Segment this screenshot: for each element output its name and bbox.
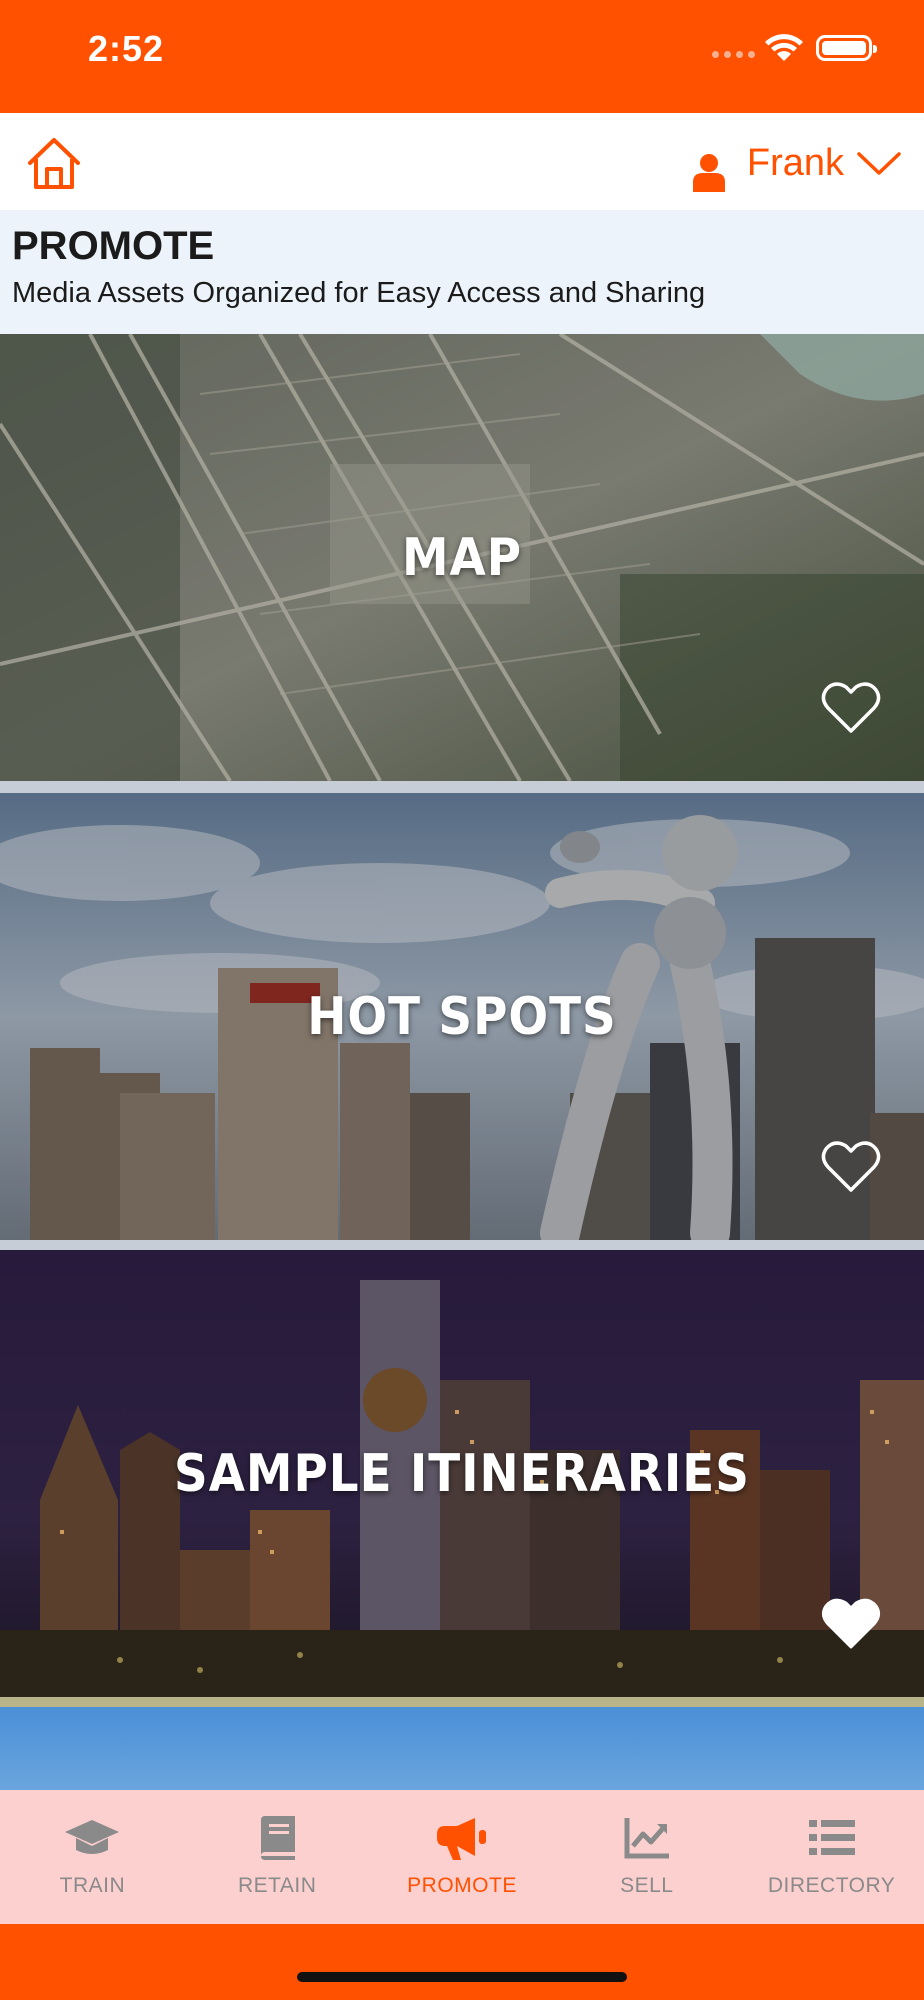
- bottom-safe-area: [0, 1924, 924, 2000]
- battery-icon: [816, 35, 877, 61]
- tab-directory[interactable]: DIRECTORY: [739, 1790, 924, 1924]
- status-bar: 2:52: [0, 0, 924, 113]
- card-title: SAMPLE ITINERARIES: [174, 1443, 750, 1504]
- card-divider: [0, 1697, 924, 1707]
- card-partial[interactable]: [0, 1707, 924, 1790]
- card-divider: [0, 781, 924, 793]
- tab-label: RETAIN: [237, 1874, 317, 1897]
- tab-train[interactable]: TRAIN: [0, 1790, 185, 1924]
- home-indicator[interactable]: [297, 1972, 627, 1982]
- tab-label: DIRECTORY: [767, 1874, 896, 1897]
- tab-label: PROMOTE: [407, 1874, 517, 1897]
- page-header: PROMOTE Media Assets Organized for Easy …: [0, 210, 924, 334]
- graduation-cap-icon: [65, 1820, 120, 1854]
- status-time: 2:52: [88, 28, 165, 69]
- user-name: Frank: [746, 141, 844, 184]
- tab-label: TRAIN: [59, 1874, 126, 1897]
- bottom-tab-bar: TRAIN RETAIN PROMOTE SELL DIRECTORY: [0, 1790, 924, 1924]
- cellular-signal-icon: [712, 51, 755, 58]
- list-icon: [808, 1820, 855, 1855]
- chart-line-icon: [624, 1818, 669, 1859]
- top-nav: Frank: [0, 113, 924, 210]
- book-icon: [261, 1816, 296, 1860]
- heart-filled-icon[interactable]: [820, 1595, 882, 1651]
- card-sample-itineraries[interactable]: SAMPLE ITINERARIES: [0, 1250, 924, 1697]
- tab-retain[interactable]: RETAIN: [185, 1790, 370, 1924]
- tab-label: SELL: [620, 1874, 674, 1897]
- card-map[interactable]: MAP: [0, 334, 924, 781]
- card-title: HOT SPOTS: [307, 986, 617, 1047]
- card-hot-spots[interactable]: HOT SPOTS: [0, 793, 924, 1240]
- home-icon[interactable]: [24, 133, 84, 193]
- tab-promote[interactable]: PROMOTE: [370, 1790, 555, 1924]
- wifi-icon: [765, 34, 803, 61]
- card-title: MAP: [401, 527, 523, 588]
- user-menu[interactable]: Frank: [691, 133, 902, 193]
- heart-outline-icon[interactable]: [820, 679, 882, 735]
- heart-outline-icon[interactable]: [820, 1138, 882, 1194]
- chevron-down-icon: [857, 152, 901, 175]
- page-title: PROMOTE: [12, 224, 215, 268]
- user-icon: [692, 154, 725, 192]
- megaphone-icon: [436, 1818, 486, 1860]
- sky-image: [0, 1707, 924, 1790]
- page-subtitle: Media Assets Organized for Easy Access a…: [12, 277, 706, 309]
- tab-sell[interactable]: SELL: [554, 1790, 739, 1924]
